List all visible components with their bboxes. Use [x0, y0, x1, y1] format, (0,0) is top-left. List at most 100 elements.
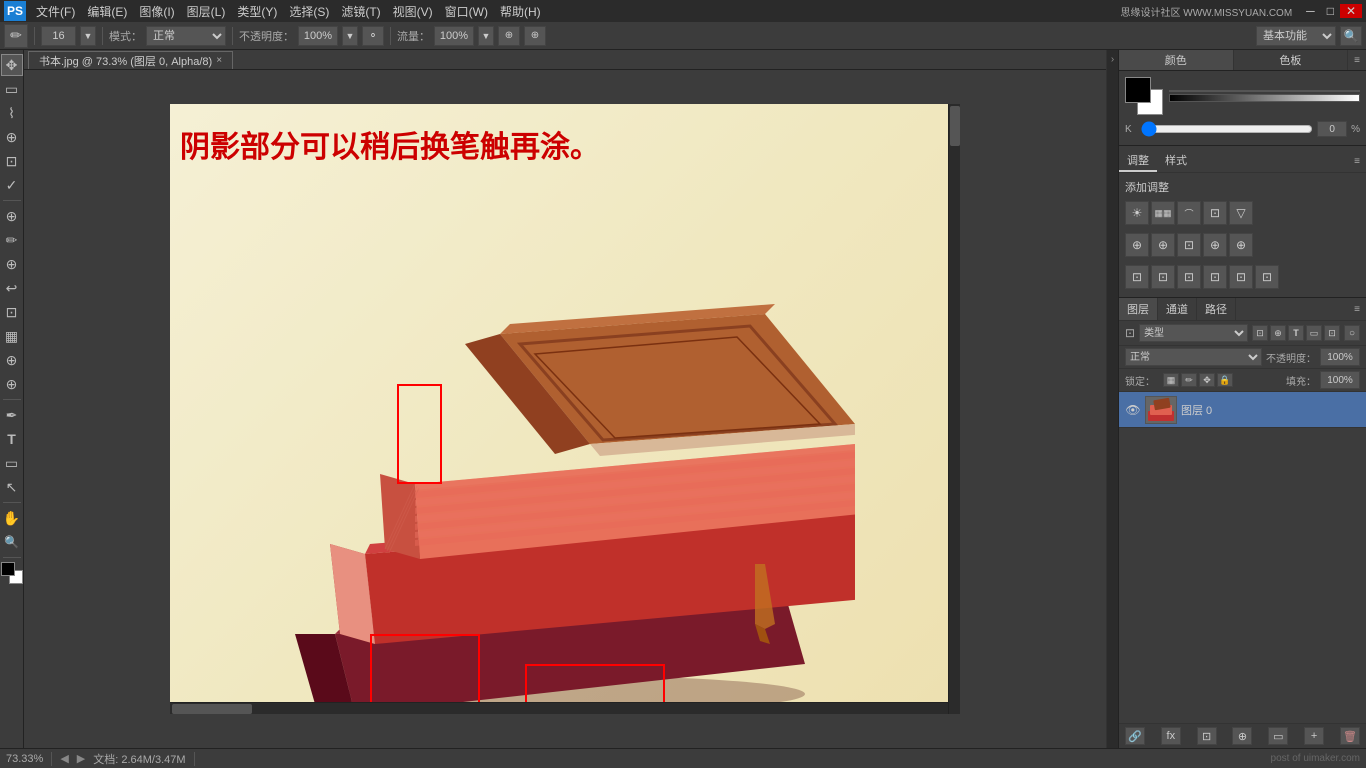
- text-tool[interactable]: T: [1, 428, 23, 450]
- color-swatches[interactable]: [1, 562, 23, 584]
- curves-adj-icon[interactable]: ⌒: [1177, 201, 1201, 225]
- close-btn[interactable]: ✕: [1340, 4, 1362, 18]
- smartobj-filter-icon[interactable]: ⊡: [1324, 325, 1340, 341]
- swatches-tab[interactable]: 色板: [1234, 50, 1349, 70]
- fg-color-box[interactable]: [1125, 77, 1151, 103]
- posterize-adj-icon[interactable]: ⊡: [1177, 265, 1201, 289]
- opacity-value-layers[interactable]: [1320, 348, 1360, 366]
- menu-layer[interactable]: 图层(L): [181, 1, 232, 22]
- panel-options-btn[interactable]: ≡: [1348, 50, 1366, 70]
- crop-tool[interactable]: ⊡: [1, 150, 23, 172]
- channels-tab[interactable]: 通道: [1158, 298, 1197, 320]
- fill-value[interactable]: [1320, 371, 1360, 389]
- text-filter-icon[interactable]: T: [1288, 325, 1304, 341]
- layers-tab[interactable]: 图层: [1119, 298, 1158, 320]
- menu-filter[interactable]: 滤镜(T): [335, 1, 386, 22]
- shape-filter-icon[interactable]: ▭: [1306, 325, 1322, 341]
- quick-select-tool[interactable]: ⊕: [1, 126, 23, 148]
- menu-help[interactable]: 帮助(H): [494, 1, 547, 22]
- color-spectrum-bar[interactable]: [1169, 90, 1360, 92]
- brightness-adj-icon[interactable]: ☀: [1125, 201, 1149, 225]
- layers-panel-options[interactable]: ≡: [1348, 298, 1366, 320]
- blend-mode-select[interactable]: 正常: [1125, 348, 1262, 366]
- menu-view[interactable]: 视图(V): [387, 1, 439, 22]
- flow-input[interactable]: [434, 26, 474, 46]
- colorlookup-adj-icon[interactable]: ⊡: [1125, 265, 1149, 289]
- horizontal-scrollbar[interactable]: [170, 702, 948, 714]
- history-tool[interactable]: ↩: [1, 277, 23, 299]
- tablet-flow-btn[interactable]: ⊕: [524, 26, 546, 46]
- color-ramp-bar[interactable]: [1169, 94, 1360, 102]
- tab-close-btn[interactable]: ×: [216, 55, 222, 66]
- threshold-adj-icon[interactable]: ⊡: [1203, 265, 1227, 289]
- menu-image[interactable]: 图像(I): [133, 1, 180, 22]
- dodge-tool[interactable]: ⊕: [1, 373, 23, 395]
- opacity-input[interactable]: [298, 26, 338, 46]
- lock-position-icon[interactable]: ✥: [1199, 373, 1215, 387]
- move-tool[interactable]: ✥: [1, 54, 23, 76]
- lock-all-icon[interactable]: 🔒: [1217, 373, 1233, 387]
- exposure-adj-icon[interactable]: ⊡: [1203, 201, 1227, 225]
- maximize-btn[interactable]: □: [1321, 4, 1340, 18]
- opacity-dropdown[interactable]: ▼: [342, 26, 358, 46]
- adj-tab[interactable]: 调整: [1119, 150, 1157, 172]
- panel-collapse-btn[interactable]: ›: [1106, 50, 1118, 748]
- k-value-input[interactable]: [1317, 121, 1347, 137]
- fg-color-swatch[interactable]: [1, 562, 15, 576]
- colorbalance-adj-icon[interactable]: ⊕: [1151, 233, 1175, 257]
- brush-size-input[interactable]: [41, 26, 76, 46]
- path-select-tool[interactable]: ↖: [1, 476, 23, 498]
- photofilter-adj-icon[interactable]: ⊕: [1203, 233, 1227, 257]
- style-tab[interactable]: 样式: [1157, 150, 1195, 172]
- link-layers-btn[interactable]: 🔗: [1125, 727, 1145, 745]
- tablet-pressure-btn[interactable]: ⊕: [498, 26, 520, 46]
- search-btn[interactable]: 🔍: [1340, 26, 1362, 46]
- eraser-tool[interactable]: ⊡: [1, 301, 23, 323]
- add-style-btn[interactable]: fx: [1161, 727, 1181, 745]
- brush-tool[interactable]: ✏: [1, 229, 23, 251]
- scrollbar-thumb-h[interactable]: [172, 704, 252, 714]
- new-adj-layer-btn[interactable]: ⊕: [1232, 727, 1252, 745]
- filter-toggle-icon[interactable]: ○: [1344, 325, 1360, 341]
- gradmap-adj-icon[interactable]: ⊡: [1229, 265, 1253, 289]
- fg-bg-swatches[interactable]: [1125, 77, 1163, 115]
- layer-item-0[interactable]: 👁 图层 0: [1119, 392, 1366, 428]
- lock-transparent-icon[interactable]: ▦: [1163, 373, 1179, 387]
- gradient-tool[interactable]: ▦: [1, 325, 23, 347]
- paths-tab[interactable]: 路径: [1197, 298, 1236, 320]
- selectcolor-adj-icon[interactable]: ⊡: [1255, 265, 1279, 289]
- brush-tool-icon[interactable]: ✏: [4, 24, 28, 48]
- menu-file[interactable]: 文件(F): [30, 1, 81, 22]
- channelmixer-adj-icon[interactable]: ⊕: [1229, 233, 1253, 257]
- canvas-wrapper[interactable]: 阴影部分可以稍后换笔触再涂。: [24, 70, 1106, 748]
- menu-select[interactable]: 选择(S): [283, 1, 335, 22]
- minimize-btn[interactable]: ─: [1300, 4, 1321, 18]
- color-tab[interactable]: 颜色: [1119, 50, 1234, 70]
- clone-tool[interactable]: ⊕: [1, 253, 23, 275]
- vertical-scrollbar[interactable]: [948, 104, 960, 714]
- blur-tool[interactable]: ⊕: [1, 349, 23, 371]
- heal-tool[interactable]: ⊕: [1, 205, 23, 227]
- airbrush-btn[interactable]: ⚬: [362, 26, 384, 46]
- brush-size-dropdown[interactable]: ▼: [80, 26, 96, 46]
- layer-visibility-icon[interactable]: 👁: [1125, 402, 1141, 418]
- menu-edit[interactable]: 编辑(E): [81, 1, 133, 22]
- pen-tool[interactable]: ✒: [1, 404, 23, 426]
- menu-window[interactable]: 窗口(W): [439, 1, 494, 22]
- status-nav-right[interactable]: ▶: [77, 752, 85, 765]
- scrollbar-thumb-v[interactable]: [950, 106, 960, 146]
- layer-type-filter[interactable]: 类型: [1139, 324, 1248, 342]
- adjustment-filter-icon[interactable]: ⊕: [1270, 325, 1286, 341]
- lock-pixels-icon[interactable]: ✏: [1181, 373, 1197, 387]
- delete-layer-btn[interactable]: 🗑: [1340, 727, 1360, 745]
- invert-adj-icon[interactable]: ⊡: [1151, 265, 1175, 289]
- menu-type[interactable]: 类型(Y): [231, 1, 283, 22]
- shape-tool[interactable]: ▭: [1, 452, 23, 474]
- flow-dropdown[interactable]: ▼: [478, 26, 494, 46]
- adj-panel-options[interactable]: ≡: [1348, 150, 1366, 172]
- lasso-tool[interactable]: ⌇: [1, 102, 23, 124]
- eyedropper-tool[interactable]: ✓: [1, 174, 23, 196]
- pixel-filter-icon[interactable]: ⊡: [1252, 325, 1268, 341]
- new-group-btn[interactable]: ▭: [1268, 727, 1288, 745]
- workspace-select[interactable]: 基本功能: [1256, 26, 1336, 46]
